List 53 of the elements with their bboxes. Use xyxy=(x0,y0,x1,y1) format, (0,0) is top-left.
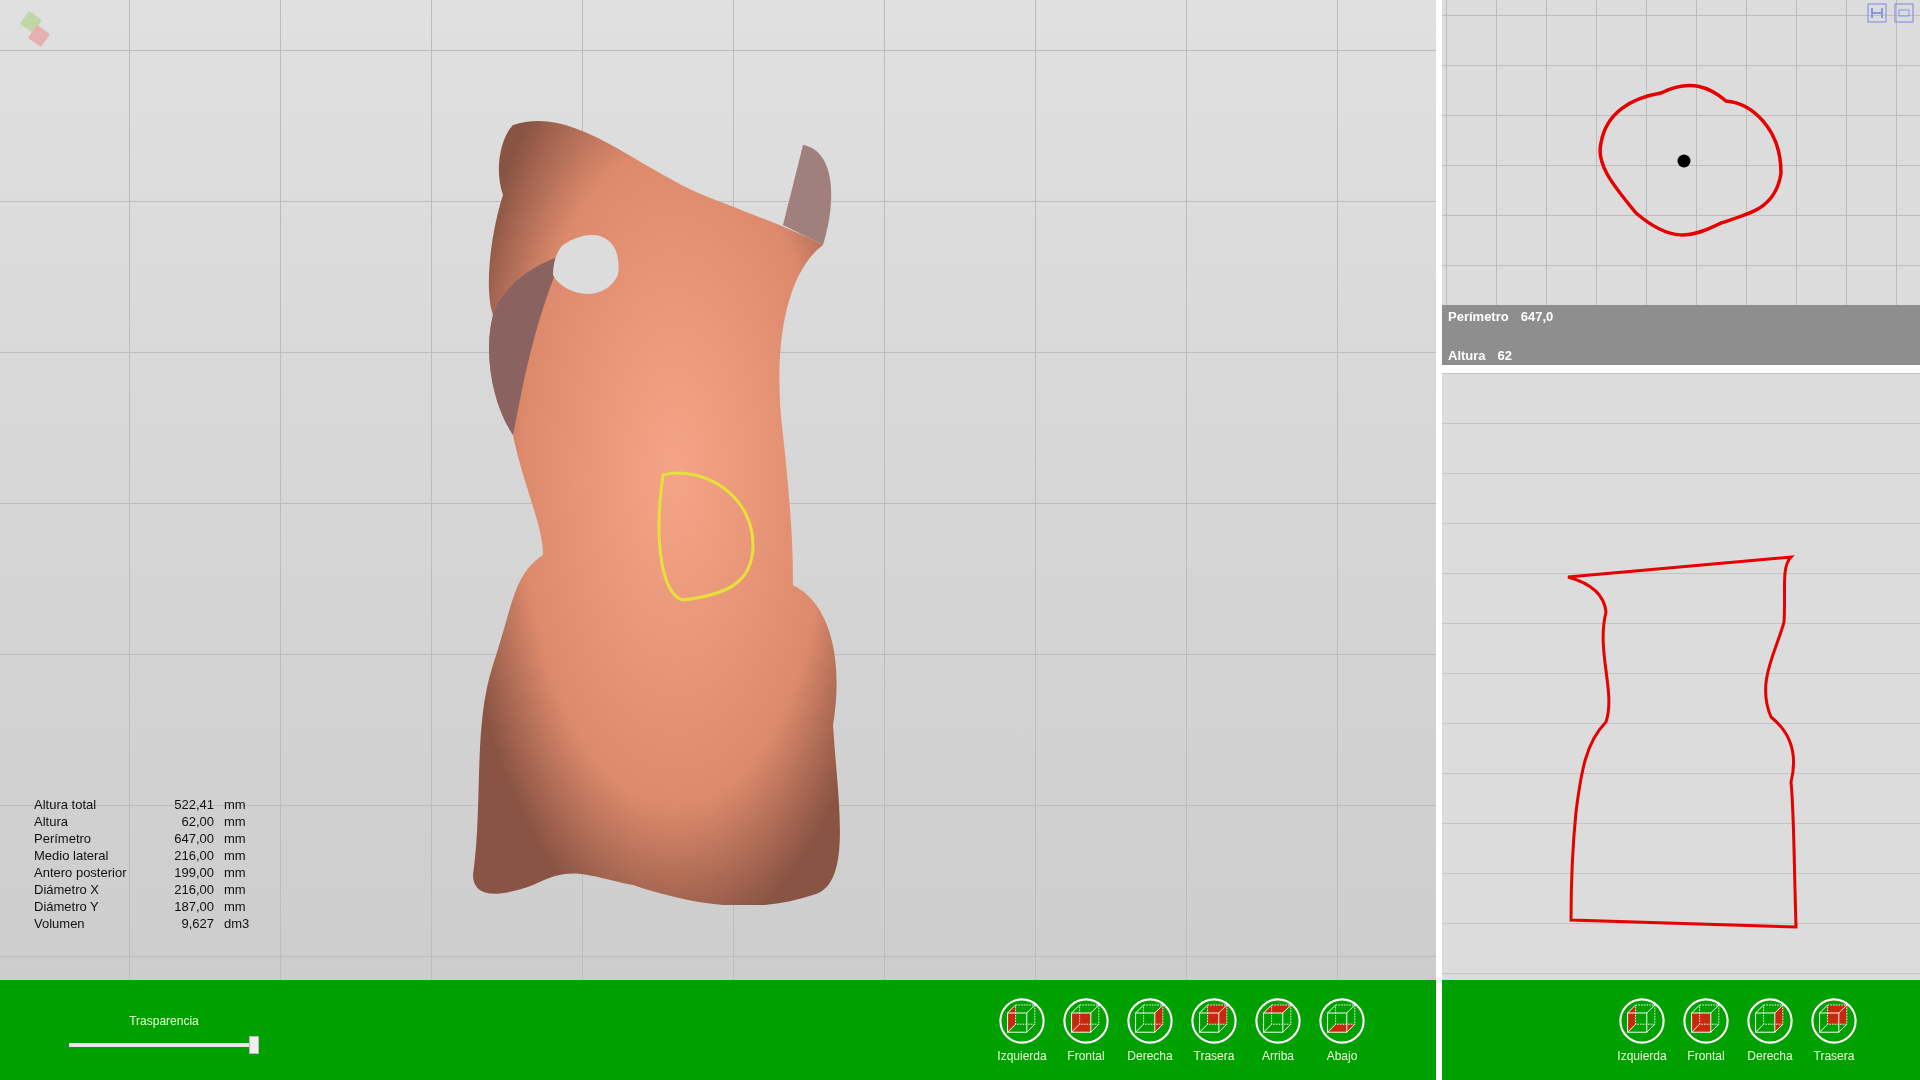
measurement-unit: mm xyxy=(224,881,247,898)
measurement-value: 216,00 xyxy=(173,881,215,898)
cube-icon xyxy=(1318,997,1366,1045)
info-label: Perímetro xyxy=(1448,309,1509,324)
slider-label: Trasparencia xyxy=(129,1014,199,1028)
measurement-label: Medio lateral xyxy=(34,847,110,864)
view-button[interactable]: Frontal xyxy=(1682,997,1730,1063)
view-button[interactable]: Derecha xyxy=(1126,997,1174,1063)
cube-icon xyxy=(1190,997,1238,1045)
measurement-value: 62,00 xyxy=(180,813,215,830)
measurement-unit: mm xyxy=(224,847,247,864)
measurement-label: Antero posterior xyxy=(34,864,128,881)
measurement-value: 9,627 xyxy=(180,915,215,932)
info-label: Altura xyxy=(1448,348,1486,363)
measurement-unit: mm xyxy=(224,813,247,830)
view-button[interactable]: Abajo xyxy=(1318,997,1366,1063)
view-button[interactable]: Trasera xyxy=(1810,997,1858,1063)
measurement-label: Diámetro Y xyxy=(34,898,100,915)
info-value: 647,0 xyxy=(1520,309,1554,324)
measurement-unit: mm xyxy=(224,898,247,915)
view-button[interactable]: Frontal xyxy=(1062,997,1110,1063)
measurement-unit: dm3 xyxy=(224,915,251,932)
measurement-label: Altura xyxy=(34,813,69,830)
measurement-value: 647,00 xyxy=(173,830,215,847)
view-button[interactable]: Izquierda xyxy=(1618,997,1666,1063)
3d-viewport[interactable]: Altura total 522,41 mm Altura 62,00 mm Perímetro 647,00 mm Medio lateral 216,00 mm Antero posterior 199,00 mm Diámetro X 216,00 mm Diámetro Y 187,00 mm Volumen 9,627 dm3 xyxy=(0,0,1436,980)
info-value: 62 xyxy=(1497,348,1513,363)
measurement-label: Volumen xyxy=(34,915,86,932)
measurement-value: 522,41 xyxy=(173,796,215,813)
view-button[interactable]: Derecha xyxy=(1746,997,1794,1063)
view-button[interactable]: Izquierda xyxy=(998,997,1046,1063)
measurement-label: Perímetro xyxy=(34,830,93,847)
minimize-icon[interactable] xyxy=(1894,3,1914,23)
cube-icon xyxy=(1062,997,1110,1045)
cube-icon xyxy=(1618,997,1666,1045)
cube-icon xyxy=(1746,997,1794,1045)
measurement-label: Diámetro X xyxy=(34,881,101,898)
measurement-unit: mm xyxy=(224,796,247,813)
measurement-label: Altura total xyxy=(34,796,98,813)
cube-icon xyxy=(1254,997,1302,1045)
cube-icon xyxy=(1810,997,1858,1045)
cube-icon xyxy=(1126,997,1174,1045)
view-button[interactable]: Arriba xyxy=(1254,997,1302,1063)
measurement-unit: mm xyxy=(224,864,247,881)
fit-width-icon[interactable] xyxy=(1867,3,1887,23)
view-button[interactable]: Trasera xyxy=(1190,997,1238,1063)
slider-thumb[interactable] xyxy=(249,1036,259,1054)
measurement-unit: mm xyxy=(224,830,247,847)
measurement-value: 216,00 xyxy=(173,847,215,864)
measurement-value: 199,00 xyxy=(173,864,215,881)
cube-icon xyxy=(998,997,1046,1045)
cube-icon xyxy=(1682,997,1730,1045)
measurement-value: 187,00 xyxy=(173,898,215,915)
